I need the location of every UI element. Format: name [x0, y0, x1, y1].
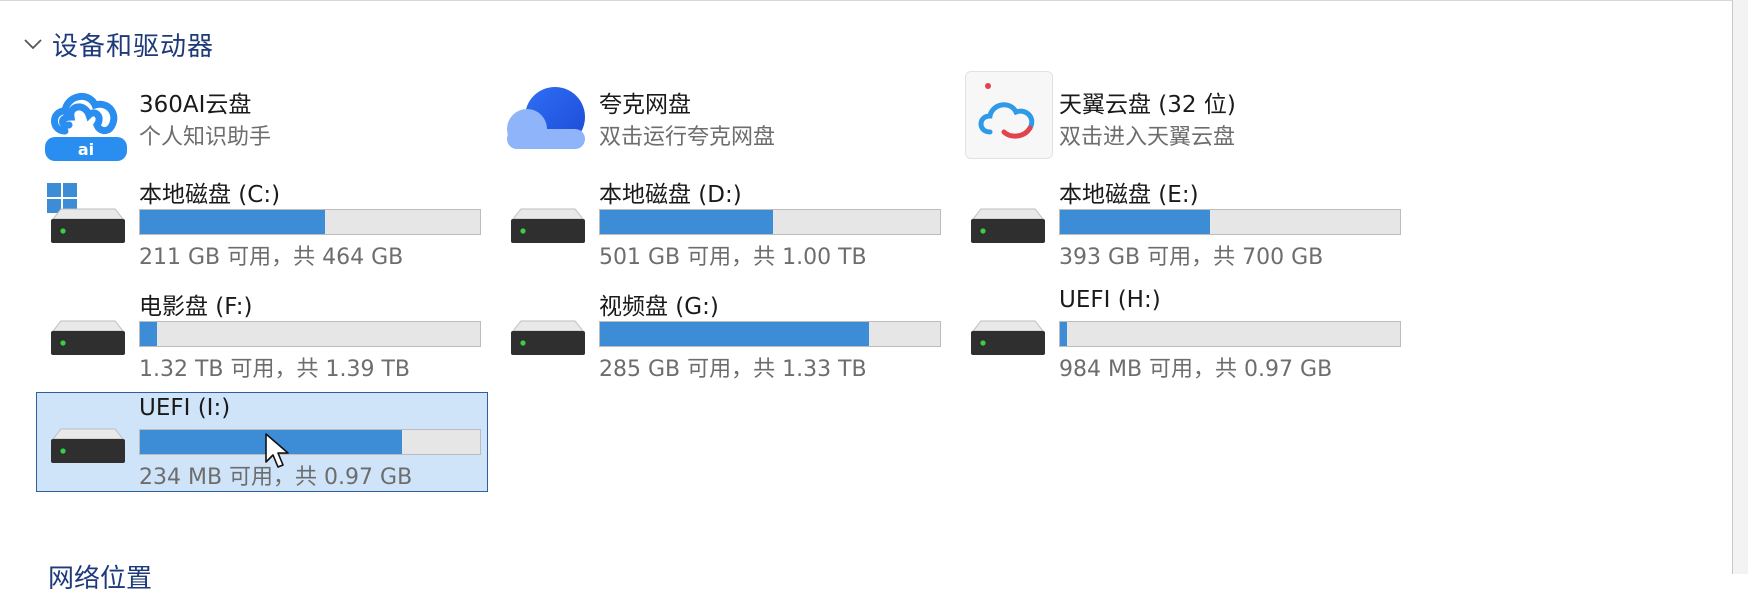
drive-usage-bar — [139, 429, 481, 455]
drive-usage-bar — [139, 209, 481, 235]
chevron-down-icon — [24, 39, 42, 50]
drive-tile[interactable]: 电影盘 (F:) 1.32 TB 可用，共 1.39 TB — [36, 284, 488, 384]
drive-usage-text: 984 MB 可用，共 0.97 GB — [1059, 357, 1333, 382]
drive-usage-fill — [1060, 322, 1067, 346]
drive-name: 电影盘 (F:) — [139, 294, 253, 320]
drive-name: 本地磁盘 (D:) — [599, 182, 742, 208]
drive-usage-bar — [599, 321, 941, 347]
drive-icon — [967, 291, 1047, 371]
app-name: 夸克网盘 — [599, 92, 691, 118]
drive-name: 视频盘 (G:) — [599, 294, 719, 320]
group-title: 设备和驱动器 — [52, 31, 215, 62]
drive-name: UEFI (H:) — [1059, 287, 1161, 313]
devices-group-header[interactable]: 设备和驱动器 — [20, 24, 214, 64]
drive-usage-fill — [600, 210, 774, 234]
quark-cloud-icon — [503, 81, 591, 153]
drive-usage-fill — [600, 322, 869, 346]
app-tile-360ai[interactable]: ai 360AI云盘 个人知识助手 — [36, 70, 488, 166]
drive-tile[interactable]: 本地磁盘 (E:) 393 GB 可用，共 700 GB — [956, 172, 1408, 272]
app-subtitle: 双击运行夸克网盘 — [599, 125, 776, 150]
drive-usage-fill — [140, 322, 157, 346]
drive-usage-fill — [140, 430, 402, 454]
drive-icon — [967, 179, 1047, 259]
drive-usage-text: 1.32 TB 可用，共 1.39 TB — [139, 357, 411, 382]
drive-icon — [507, 179, 587, 259]
drive-usage-bar — [1059, 321, 1401, 347]
drive-usage-text: 211 GB 可用，共 464 GB — [139, 245, 404, 270]
drive-usage-bar — [1059, 209, 1401, 235]
drive-usage-bar — [139, 321, 481, 347]
drive-tile[interactable]: 本地磁盘 (D:) 501 GB 可用，共 1.00 TB — [496, 172, 948, 272]
app-tile-tianyi[interactable]: 天翼云盘 (32 位) 双击进入天翼云盘 — [956, 70, 1408, 166]
drive-icon — [47, 291, 127, 371]
drive-name: 本地磁盘 (C:) — [139, 182, 281, 208]
drive-name: 本地磁盘 (E:) — [1059, 182, 1199, 208]
drive-usage-text: 285 GB 可用，共 1.33 TB — [599, 357, 867, 382]
app-subtitle: 双击进入天翼云盘 — [1059, 125, 1236, 150]
app-subtitle: 个人知识助手 — [139, 125, 272, 150]
drive-usage-text: 393 GB 可用，共 700 GB — [1059, 245, 1324, 270]
drive-tile[interactable]: 本地磁盘 (C:) 211 GB 可用，共 464 GB — [36, 172, 488, 272]
app-tile-quark[interactable]: 夸克网盘 双击运行夸克网盘 — [496, 70, 948, 166]
drive-icon — [47, 399, 127, 479]
drive-tile[interactable]: 视频盘 (G:) 285 GB 可用，共 1.33 TB — [496, 284, 948, 384]
app-name: 天翼云盘 (32 位) — [1059, 92, 1236, 118]
cloud-ai-icon: ai — [41, 81, 129, 161]
drive-name: UEFI (I:) — [139, 395, 231, 421]
scrollbar-track[interactable] — [1733, 0, 1748, 574]
drive-usage-text: 501 GB 可用，共 1.00 TB — [599, 245, 867, 270]
drive-usage-fill — [140, 210, 326, 234]
svg-text:ai: ai — [78, 140, 94, 159]
drive-usage-text: 234 MB 可用，共 0.97 GB — [139, 465, 413, 490]
drive-usage-fill — [1060, 210, 1210, 234]
network-group-header[interactable]: 网络位置 — [48, 558, 152, 595]
drive-tile[interactable]: UEFI (I:) 234 MB 可用，共 0.97 GB — [36, 392, 488, 492]
windows-drive-icon — [47, 179, 127, 259]
tianyi-cloud-icon — [965, 71, 1053, 159]
app-name: 360AI云盘 — [139, 92, 252, 118]
drive-icon — [507, 291, 587, 371]
drive-usage-bar — [599, 209, 941, 235]
drive-tile[interactable]: UEFI (H:) 984 MB 可用，共 0.97 GB — [956, 284, 1408, 384]
